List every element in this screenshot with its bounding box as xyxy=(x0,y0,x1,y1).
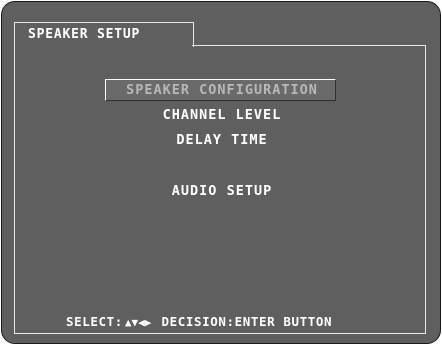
select-label: SELECT: xyxy=(66,314,123,329)
osd-screen: SPEAKER SETUP SPEAKER CONFIGURATION CHAN… xyxy=(1,1,441,344)
arrow-keys-icon: ▲▼◀▶ xyxy=(124,316,152,329)
menu-item-delay-time[interactable]: DELAY TIME xyxy=(2,131,442,149)
decision-label: DECISION:ENTER BUTTON xyxy=(161,314,333,329)
menu-item-audio-setup[interactable]: AUDIO SETUP xyxy=(2,182,442,200)
menu-item-speaker-configuration[interactable]: SPEAKER CONFIGURATION xyxy=(2,81,442,99)
menu-item-channel-level[interactable]: CHANNEL LEVEL xyxy=(2,106,442,124)
tab-title: SPEAKER SETUP xyxy=(28,27,141,42)
footer-instructions: SELECT: ▲▼◀▶ DECISION:ENTER BUTTON xyxy=(66,314,332,331)
